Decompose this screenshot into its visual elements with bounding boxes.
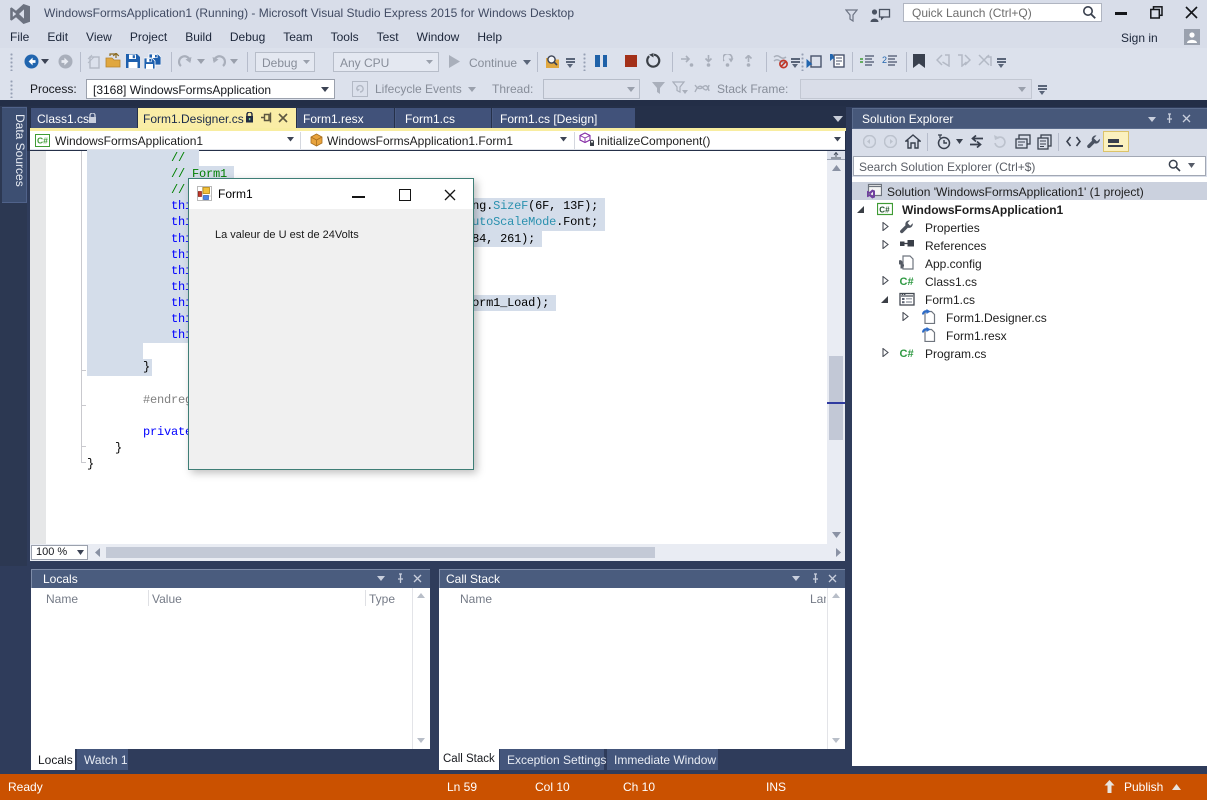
svg-text:C#: C#	[37, 136, 48, 146]
svg-text:C#: C#	[879, 205, 890, 214]
svg-text:C#: C#	[900, 348, 914, 360]
svg-text:C#: C#	[900, 276, 914, 288]
svg-text:2: 2	[882, 55, 887, 65]
